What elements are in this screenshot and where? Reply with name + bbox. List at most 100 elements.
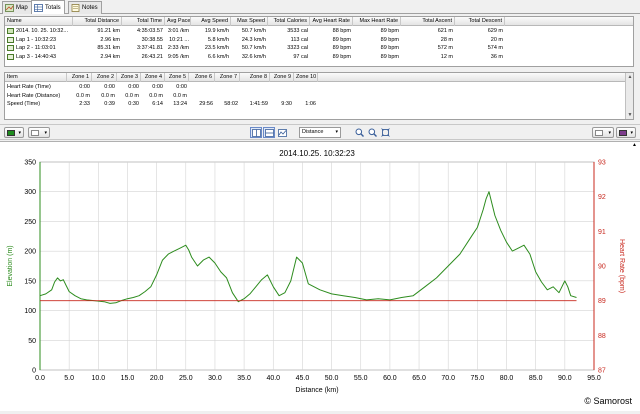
zones-table-row[interactable]: Heart Rate (Distance) 0.0 m 0.0 m 0.0 m 0.0 … (5, 92, 633, 100)
totals-table-cell: 88 bpm (332, 28, 351, 34)
zones-table-cell: 0.0 m (125, 92, 139, 99)
totals-table[interactable]: Name Total Distance Total Time Avg Pace Avg … (4, 16, 634, 67)
zones-table-cell (240, 92, 270, 100)
scroll-down-icon[interactable]: ▼ (627, 112, 633, 118)
y2-tick-label: 88 (598, 333, 606, 340)
totals-table-row[interactable]: Lap 1 - 10:32:23 2.96 km 30:38.55 10:21 ...… (5, 36, 633, 44)
totals-column-header[interactable]: Avg Heart Rate (310, 17, 353, 26)
totals-table-cell: 2:33 /km (167, 45, 189, 51)
totals-table-cell: 9:05 /km (167, 53, 189, 60)
y-tick-label: 200 (24, 249, 36, 256)
right-color-button[interactable]: ▾ (616, 127, 636, 138)
totals-column-header[interactable]: Total Calories (268, 17, 310, 26)
y-axis-title: Elevation (m) (7, 245, 14, 286)
zoom-in-icon[interactable] (353, 127, 365, 138)
zoom-fit-icon[interactable] (379, 127, 391, 138)
zones-table[interactable]: Item Zone 1 Zone 2 Zone 3 Zone 4 Zone 5 Zone 6… (4, 72, 634, 120)
zones-column-header[interactable]: Zone 2 (92, 73, 117, 82)
chevron-down-icon: ▾ (630, 130, 633, 136)
totals-table-cell: 113 cal (290, 36, 308, 43)
totals-header-row: Name Total Distance Total Time Avg Pace Avg … (5, 17, 633, 26)
y-tick-label: 350 (24, 160, 36, 167)
zones-column-header[interactable]: Zone 8 (240, 73, 270, 82)
totals-table-cell: 12 m (440, 53, 453, 60)
zones-table-cell: 0:00 (152, 84, 163, 90)
chart-panel[interactable]: ▲ 0.0 5.0 10.0 15.0 20.0 25.0 30.0 35.0 40.0 45.0… (0, 141, 640, 411)
zones-table-cell: 58:02 (224, 101, 238, 107)
totals-table-row[interactable]: 2014. 10. 25. 10:32... 91.21 km 4:35:03.57… (5, 27, 633, 35)
zones-table-cell: Heart Rate (Distance) (7, 92, 61, 99)
tab-totals[interactable]: Totals (31, 0, 65, 14)
scroll-up-icon[interactable]: ▲ (632, 142, 638, 148)
chart-elevation-toggle-icon[interactable] (250, 127, 262, 138)
totals-table-cell: 50.7 km/h (241, 45, 266, 51)
y-tick-label: 100 (24, 308, 36, 315)
totals-table-cell: 50.7 km/h (241, 28, 266, 34)
totals-column-header[interactable]: Avg Pace (165, 17, 191, 26)
zones-table-cell: 0:30 (128, 101, 139, 107)
totals-table-cell: 89 bpm (332, 53, 351, 60)
zones-column-header[interactable]: Zone 5 (165, 73, 189, 82)
totals-column-header[interactable]: Total Distance (73, 17, 122, 26)
left-line-swatch (31, 130, 39, 136)
y-tick-label: 0 (32, 368, 36, 375)
y2-tick-label: 87 (598, 368, 606, 375)
plot-area (39, 161, 595, 371)
totals-table-row[interactable]: Lap 3 - 14:40:43 2.94 km 26:43.21 9:05 /km 6… (5, 53, 633, 61)
x-tick-label: 45.0 (296, 375, 310, 382)
zones-table-row[interactable]: Heart Rate (Time) 0:00 0:00 0:00 0:00 0:00 (5, 83, 633, 91)
zones-column-header[interactable]: Zone 10 (294, 73, 318, 82)
lap-icon (7, 45, 14, 51)
totals-table-row[interactable]: Lap 2 - 11:03:01 85.31 km 3:37:41.81 2:33 /… (5, 44, 633, 52)
zones-column-header[interactable]: Zone 9 (270, 73, 294, 82)
zones-column-header[interactable]: Zone 1 (67, 73, 92, 82)
zones-column-header[interactable]: Zone 7 (215, 73, 240, 82)
totals-column-header[interactable]: Avg Speed (191, 17, 231, 26)
zones-table-cell: 0:00 (176, 84, 187, 90)
zones-table-cell (270, 92, 294, 100)
totals-table-cell: 572 m (437, 45, 453, 51)
zones-scrollbar[interactable]: ▲ ▼ (625, 73, 633, 119)
lap-icon (7, 36, 14, 43)
totals-column-header[interactable]: Total Ascent (401, 17, 455, 26)
scroll-up-icon[interactable]: ▲ (627, 74, 633, 80)
zones-table-cell (189, 83, 215, 91)
tab-map-label: Map (16, 5, 28, 11)
right-line-style-button[interactable]: ▾ (592, 127, 614, 138)
left-color-button[interactable]: ▾ (4, 127, 24, 138)
left-line-style-button[interactable]: ▾ (28, 127, 50, 138)
watermark-label: © Samorost (584, 396, 632, 406)
totals-table-cell: 3:01 /km (167, 28, 189, 34)
x-axis-mode-select[interactable]: Distance ▾ (299, 127, 341, 138)
x-tick-label: 20.0 (150, 375, 164, 382)
totals-column-header[interactable]: Total Descent (455, 17, 505, 26)
chart-line-toggle-icon[interactable] (276, 127, 288, 138)
tab-map[interactable]: Map (2, 1, 32, 14)
y-tick-label: 300 (24, 189, 36, 196)
x-tick-label: 10.0 (92, 375, 106, 382)
x-tick-label: 65.0 (412, 375, 426, 382)
chart-toolbar: ▾ ▾ Distance ▾ ▾ ▾ (0, 124, 640, 140)
totals-table-cell: 20 m (490, 36, 503, 43)
zones-table-cell: 9:30 (281, 101, 292, 107)
x-tick-label: 75.0 (471, 375, 485, 382)
zoom-out-icon[interactable] (366, 127, 378, 138)
totals-column-header[interactable]: Total Time (122, 17, 165, 26)
chart-split-toggle-icon[interactable] (263, 127, 275, 138)
zones-table-cell: 0:39 (104, 101, 115, 107)
zones-column-header[interactable]: Item (5, 73, 67, 82)
zones-column-header[interactable]: Zone 6 (189, 73, 215, 82)
zones-column-header[interactable]: Zone 4 (141, 73, 165, 82)
x-tick-label: 40.0 (266, 375, 280, 382)
y-tick-label: 50 (28, 338, 36, 345)
y2-tick-label: 91 (598, 229, 606, 236)
zones-table-row[interactable]: Speed (Time) 2:33 0:39 0:30 6:14 13:24 29:56 58… (5, 100, 633, 108)
zones-column-header[interactable]: Zone 3 (117, 73, 141, 82)
zones-table-cell: 2:33 (79, 101, 90, 107)
tab-notes[interactable]: Notes (68, 1, 102, 14)
totals-column-header[interactable]: Max Speed (231, 17, 268, 26)
totals-column-header[interactable]: Max Heart Rate (353, 17, 401, 26)
totals-column-header[interactable]: Name (5, 17, 73, 26)
left-color-swatch (7, 130, 15, 136)
totals-table-cell: 629 m (487, 28, 503, 34)
